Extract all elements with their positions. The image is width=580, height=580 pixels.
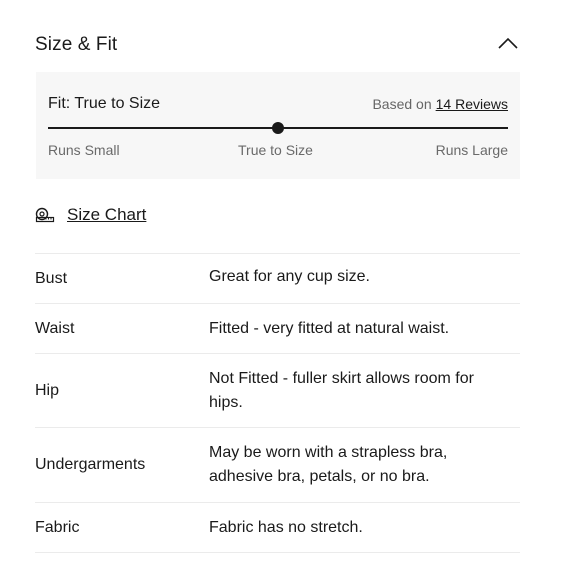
size-fit-panel: Size & Fit Fit: True to Size Based on 14 … (0, 0, 580, 580)
scale-label-runs-small: Runs Small (48, 142, 120, 158)
section-title: Size & Fit (35, 34, 118, 55)
row-label: Hip (35, 381, 60, 399)
size-chart-label[interactable]: Size Chart (67, 205, 146, 225)
chevron-up-icon[interactable] (496, 34, 520, 54)
row-value: May be worn with a strapless bra, adhesi… (209, 444, 448, 485)
table-row-bust: Bust Great for any cup size. (35, 253, 520, 303)
reviews-summary: Based on 14 Reviews (372, 96, 508, 112)
row-value: Great for any cup size. (209, 268, 370, 285)
row-label: Bust (35, 269, 68, 287)
table-row-waist: Waist Fitted - very fitted at natural wa… (35, 303, 520, 353)
reviews-link[interactable]: 14 Reviews (436, 96, 508, 112)
row-label: Undergarments (35, 456, 146, 473)
table-row-undergarments: Undergarments May be worn with a straple… (35, 427, 520, 502)
row-label: Fabric (35, 518, 80, 536)
row-value: Not Fitted - fuller skirt allows room fo… (209, 369, 474, 411)
reviews-prefix: Based on (372, 96, 432, 112)
fit-slider-thumb (272, 122, 284, 134)
measuring-tape-icon (35, 207, 55, 223)
fit-details-table: Bust Great for any cup size. Waist Fitte… (35, 253, 520, 553)
fit-label: Fit: True to Size (48, 95, 161, 112)
scale-label-runs-large: Runs Large (435, 142, 508, 158)
row-value: Fitted - very fitted at natural waist. (209, 319, 450, 337)
fit-slider-track (48, 122, 508, 134)
table-row-hip: Hip Not Fitted - fuller skirt allows roo… (35, 353, 520, 427)
table-row-fabric: Fabric Fabric has no stretch. (35, 502, 520, 553)
scale-label-true-to-size: True to Size (238, 142, 313, 158)
fit-summary-box: Fit: True to Size Based on 14 Reviews Run… (36, 72, 520, 179)
size-fit-header[interactable]: Size & Fit (35, 26, 520, 66)
row-value: Fabric has no stretch. (209, 518, 363, 536)
row-label: Waist (35, 319, 75, 337)
